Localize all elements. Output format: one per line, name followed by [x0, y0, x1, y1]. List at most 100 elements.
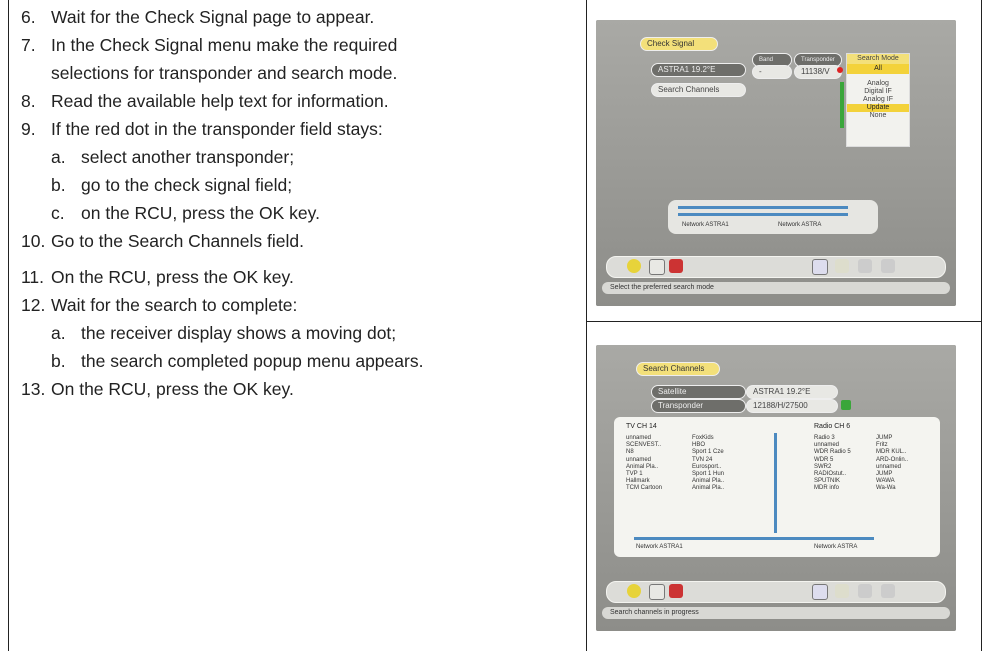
instruction-steps: 6. Wait for the Check Signal page to appe… — [21, 3, 581, 403]
screen-toolbar — [606, 256, 946, 278]
step-9c: c. on the RCU, press the OK key. — [21, 199, 581, 227]
screen-toolbar — [606, 581, 946, 603]
tv-column-1: unnamed SCENVEST.. N8 unnamed Animal Pla.. TV… — [626, 435, 663, 492]
step-13: 13. On the RCU, press the OK key. — [21, 375, 581, 403]
bar-label-left: Network ASTRA1 — [682, 222, 729, 228]
menu-item-update: Update — [847, 104, 909, 112]
check-signal-screenshot: Check Signal ASTRA1 19.2°E Search Channe… — [596, 20, 956, 306]
step-10: 10. Go to the Search Channels field. — [21, 227, 581, 255]
step-text: In the Check Signal menu make the requir… — [51, 35, 398, 55]
search-progress-bar — [634, 537, 874, 540]
menu-item-none: None — [869, 112, 887, 119]
menu-item-analog-if: Analog IF — [863, 96, 893, 103]
step-number: 9. — [21, 119, 36, 139]
flag-icon — [669, 259, 683, 273]
step-number: 12. — [21, 295, 46, 315]
table-border-right — [981, 0, 982, 651]
scroll-indicator — [840, 82, 844, 128]
menu-item-digital-if: Digital IF — [864, 88, 892, 95]
tv-column-2: FoxKids HBO Sport 1 Cze TVN 24 Eurosport.. Sp… — [692, 435, 725, 492]
pencil-icon — [858, 584, 872, 598]
step-text: Wait for the search to complete: — [51, 295, 298, 315]
band-value: - — [752, 65, 792, 79]
step-number: c. — [51, 203, 65, 223]
help-status-bar: Select the preferred search mode — [602, 282, 950, 294]
step-number: 13. — [21, 379, 46, 399]
step-8: 8. Read the available help text for infor… — [21, 87, 581, 115]
search-mode-value: All — [847, 64, 909, 74]
step-12: 12. Wait for the search to complete: — [21, 291, 581, 319]
step-number: b. — [51, 175, 66, 195]
radio-column-1: Radio 3 unnamed WDR Radio 5 WDR 5 SWR2 RADIOs… — [814, 435, 851, 492]
signal-dot-icon — [837, 67, 843, 73]
transponder-label: Transponder — [651, 399, 746, 413]
step-number: a. — [51, 147, 66, 167]
channel-list-panel: TV CH 14 Radio CH 6 unnamed SCENVEST.. N8 u… — [614, 417, 940, 557]
step-number: 11. — [21, 267, 45, 287]
step-text: selections for transponder and search mo… — [51, 63, 398, 83]
folder-icon — [835, 259, 849, 273]
search-mode-menu: Search Mode All Analog Digital IF Analog… — [846, 53, 910, 147]
step-11: 11. On the RCU, press the OK key. — [21, 263, 581, 291]
tv-channel-header: TV CH 14 — [626, 423, 657, 430]
antenna-icon — [649, 259, 665, 275]
step-number: 8. — [21, 91, 36, 111]
step-12b: b. the search completed popup menu appear… — [21, 347, 581, 375]
tools-icon — [881, 584, 895, 598]
step-9b: b. go to the check signal field; — [21, 171, 581, 199]
list-scrollbar — [774, 433, 777, 533]
satellite-value: ASTRA1 19.2°E — [746, 385, 838, 399]
step-text: If the red dot in the transponder field … — [51, 119, 383, 139]
table-border-left — [8, 0, 9, 651]
step-text: on the RCU, press the OK key. — [81, 203, 320, 223]
bar-label-left: Network ASTRA1 — [636, 544, 683, 550]
search-mode-header: Search Mode — [847, 54, 909, 64]
step-number: 10. — [21, 231, 46, 251]
signal-icon — [812, 259, 828, 275]
step-number: 6. — [21, 7, 36, 27]
flag-icon — [669, 584, 683, 598]
radio-column-2: JUMP Fritz MDR KUL.. ARD-Onlin.. unnamed JUMP… — [876, 435, 909, 492]
tools-icon — [881, 259, 895, 273]
satellite-label: Satellite — [651, 385, 746, 399]
satellite-field: ASTRA1 19.2°E — [651, 63, 746, 77]
step-text: go to the check signal field; — [81, 175, 293, 195]
screen-title: Search Channels — [636, 362, 720, 376]
step-12a: a. the receiver display shows a moving do… — [21, 319, 581, 347]
bar-label-right: Network ASTRA — [814, 544, 858, 550]
table-border-middle — [586, 0, 587, 651]
menu-item-analog: Analog — [867, 80, 889, 87]
step-text: the search completed popup menu appears. — [81, 351, 424, 371]
folder-icon — [835, 584, 849, 598]
signal-icon — [812, 584, 828, 600]
step-number: 7. — [21, 35, 36, 55]
table-row-divider — [586, 321, 982, 322]
antenna-icon — [649, 584, 665, 600]
step-text: On the RCU, press the OK key. — [51, 267, 294, 287]
step-text: Wait for the Check Signal page to appear… — [51, 7, 375, 27]
transponder-value: 11138/V — [794, 65, 842, 79]
bar-label-right: Network ASTRA — [778, 222, 822, 228]
signal-bar-1 — [678, 206, 848, 209]
step-9: 9. If the red dot in the transponder fiel… — [21, 115, 581, 143]
step-7-cont: selections for transponder and search mo… — [21, 59, 581, 87]
screen-title: Check Signal — [640, 37, 718, 51]
check-icon — [841, 400, 851, 410]
step-text: Go to the Search Channels field. — [51, 231, 304, 251]
circle-icon — [627, 584, 641, 598]
step-9a: a. select another transponder; — [21, 143, 581, 171]
step-text: On the RCU, press the OK key. — [51, 379, 294, 399]
circle-icon — [627, 259, 641, 273]
pencil-icon — [858, 259, 872, 273]
signal-bars-panel: Network ASTRA1 Network ASTRA — [668, 200, 878, 234]
search-channels-button: Search Channels — [651, 83, 746, 97]
radio-channel-header: Radio CH 6 — [814, 423, 851, 430]
step-number: a. — [51, 323, 66, 343]
signal-bar-2 — [678, 213, 848, 216]
search-channels-screenshot: Search Channels Satellite ASTRA1 19.2°E … — [596, 345, 956, 631]
step-text: select another transponder; — [81, 147, 295, 167]
help-status-bar: Search channels in progress — [602, 607, 950, 619]
step-7: 7. In the Check Signal menu make the requ… — [21, 31, 581, 59]
transponder-value: 12188/H/27500 — [746, 399, 838, 413]
step-text: the receiver display shows a moving dot; — [81, 323, 397, 343]
